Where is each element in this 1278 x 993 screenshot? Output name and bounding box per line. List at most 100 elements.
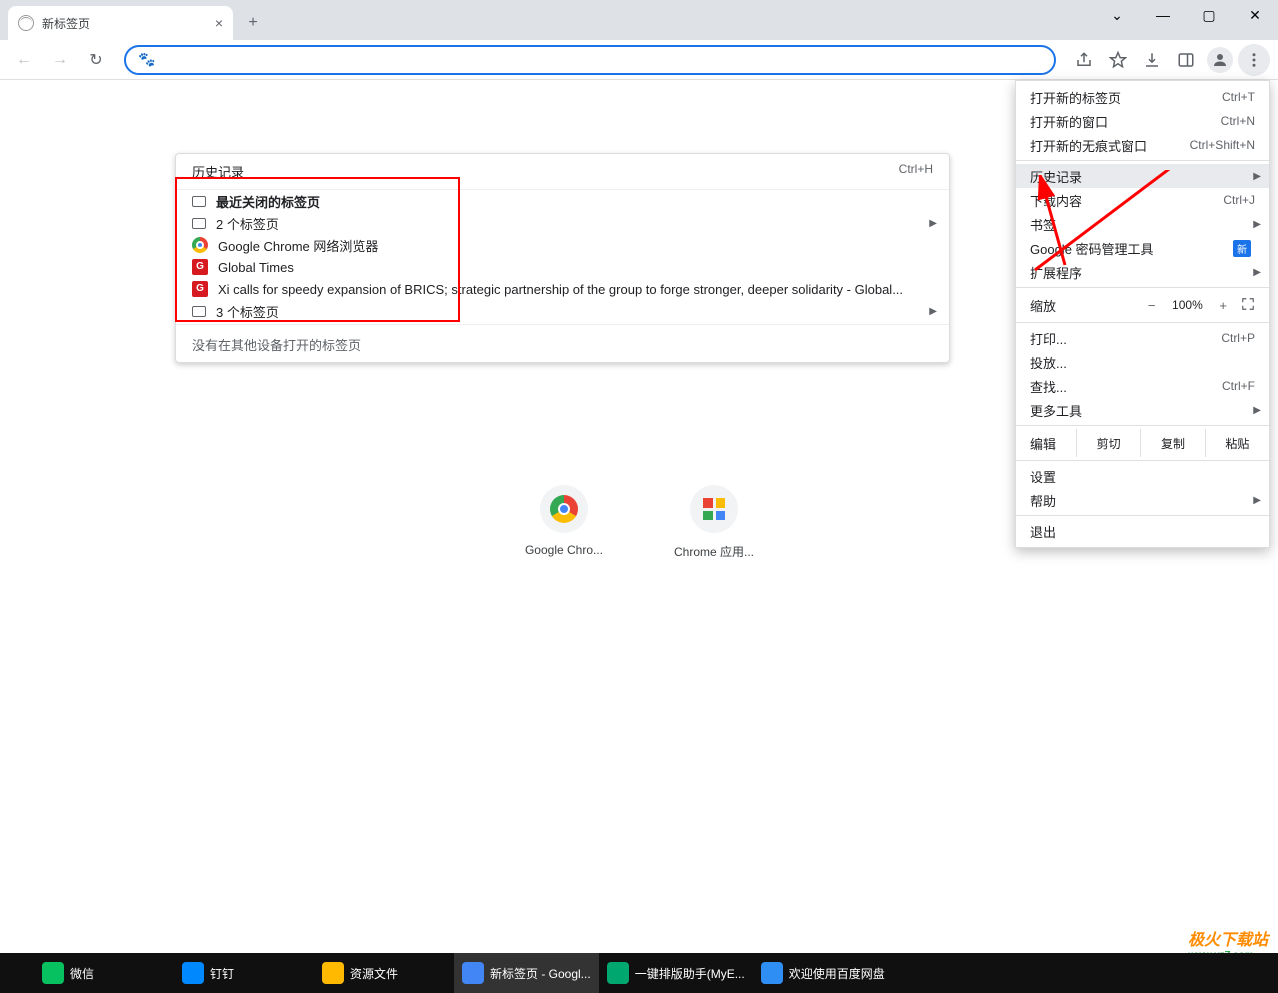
menu-new-window[interactable]: 打开新的窗口Ctrl+N <box>1016 109 1269 133</box>
menu-more-tools[interactable]: 更多工具▶ <box>1016 398 1269 422</box>
history-item[interactable]: 2 个标签页 ▶ <box>176 212 949 234</box>
menu-zoom: 缩放 − 100% + <box>1016 291 1269 319</box>
ntp-shortcuts: Google Chro... Chrome 应用... <box>519 485 759 560</box>
history-footer: 没有在其他设备打开的标签页 <box>176 327 949 362</box>
baidu-paw-icon: 🐾 <box>138 51 155 68</box>
titlebar: 新标签页 × + ⌄ — ▢ ✕ <box>0 0 1278 40</box>
menu-paste[interactable]: 粘贴 <box>1205 429 1269 457</box>
history-item[interactable]: Google Chrome 网络浏览器 <box>176 234 949 256</box>
history-submenu: 历史记录 Ctrl+H 最近关闭的标签页 2 个标签页 ▶ Google Chrom… <box>175 153 950 363</box>
shortcut-chrome[interactable]: Google Chro... <box>519 485 609 560</box>
taskbar-item[interactable]: 微信 <box>34 953 174 993</box>
taskbar-label: 钉钉 <box>210 965 234 982</box>
menu-new-tab[interactable]: 打开新的标签页Ctrl+T <box>1016 85 1269 109</box>
zoom-in-button[interactable]: + <box>1219 298 1227 313</box>
maximize-button[interactable]: ▢ <box>1186 0 1232 30</box>
back-button[interactable]: ← <box>8 44 40 76</box>
history-item[interactable]: G Xi calls for speedy expansion of BRICS;… <box>176 278 949 300</box>
taskbar-label: 新标签页 - Googl... <box>490 965 591 982</box>
history-item[interactable]: G Global Times <box>176 256 949 278</box>
app-icon <box>42 962 64 984</box>
chrome-icon <box>192 237 208 253</box>
history-item-label: 3 个标签页 <box>216 302 279 321</box>
menu-passwords[interactable]: Google 密码管理工具新 <box>1016 236 1269 260</box>
history-item[interactable]: 3 个标签页▶ <box>176 300 949 322</box>
recently-closed-header: 最近关闭的标签页 <box>176 190 949 212</box>
menu-cast[interactable]: 投放... <box>1016 350 1269 374</box>
app-icon <box>607 962 629 984</box>
profile-avatar[interactable] <box>1204 44 1236 76</box>
close-window-button[interactable]: ✕ <box>1232 0 1278 30</box>
toolbar: ← → ↻ 🐾 <box>0 40 1278 80</box>
menu-find[interactable]: 查找...Ctrl+F <box>1016 374 1269 398</box>
new-tab-button[interactable]: + <box>239 9 267 37</box>
chevron-right-icon: ▶ <box>1253 171 1261 182</box>
menu-exit[interactable]: 退出 <box>1016 519 1269 543</box>
address-bar[interactable]: 🐾 <box>124 45 1056 75</box>
taskbar-label: 一键排版助手(MyE... <box>635 965 745 982</box>
windows-taskbar: 微信 钉钉 资源文件 新标签页 - Googl... 一键排版助手(MyE... 欢迎使用… <box>0 953 1278 993</box>
globaltimes-icon: G <box>192 281 208 297</box>
bookmark-star-icon[interactable] <box>1102 44 1134 76</box>
taskbar-label: 欢迎使用百度网盘 <box>789 965 885 982</box>
chevron-right-icon: ▶ <box>929 218 937 229</box>
menu-incognito[interactable]: 打开新的无痕式窗口Ctrl+Shift+N <box>1016 133 1269 157</box>
fullscreen-icon[interactable] <box>1241 297 1255 314</box>
history-item-label: Google Chrome 网络浏览器 <box>218 236 378 255</box>
app-icon <box>462 962 484 984</box>
history-shortcut: Ctrl+H <box>899 162 933 181</box>
taskbar-item[interactable]: 资源文件 <box>314 953 454 993</box>
browser-tab[interactable]: 新标签页 × <box>8 6 233 40</box>
chevron-right-icon: ▶ <box>1253 405 1261 416</box>
tab-title: 新标签页 <box>42 15 90 32</box>
taskbar-item[interactable]: 新标签页 - Googl... <box>454 953 599 993</box>
menu-extensions[interactable]: 扩展程序▶ <box>1016 260 1269 284</box>
taskbar-item[interactable]: 钉钉 <box>174 953 314 993</box>
menu-edit-row: 编辑 剪切 复制 粘贴 <box>1016 429 1269 457</box>
menu-help[interactable]: 帮助▶ <box>1016 488 1269 512</box>
menu-bookmarks[interactable]: 书签▶ <box>1016 212 1269 236</box>
menu-history[interactable]: 历史记录▶ <box>1016 164 1269 188</box>
chrome-main-menu: 打开新的标签页Ctrl+T 打开新的窗口Ctrl+N 打开新的无痕式窗口Ctrl… <box>1015 80 1270 548</box>
close-tab-icon[interactable]: × <box>215 15 223 31</box>
apps-grid-icon <box>703 498 725 520</box>
taskbar-start[interactable] <box>4 953 34 993</box>
globe-icon <box>18 15 34 31</box>
taskbar-label: 微信 <box>70 965 94 982</box>
content-area: 历史记录 Ctrl+H 最近关闭的标签页 2 个标签页 ▶ Google Chrom… <box>0 80 1278 953</box>
taskbar-label: 资源文件 <box>350 965 398 982</box>
menu-cut[interactable]: 剪切 <box>1076 429 1140 457</box>
history-title: 历史记录 <box>192 162 244 181</box>
more-menu-button[interactable] <box>1238 44 1270 76</box>
taskbar-item[interactable]: 欢迎使用百度网盘 <box>753 953 893 993</box>
folder-icon <box>192 196 206 207</box>
history-header[interactable]: 历史记录 Ctrl+H <box>176 154 949 190</box>
sidepanel-icon[interactable] <box>1170 44 1202 76</box>
app-icon <box>322 962 344 984</box>
window-controls: ⌄ — ▢ ✕ <box>1094 0 1278 30</box>
chrome-icon <box>550 495 578 523</box>
app-icon <box>182 962 204 984</box>
chevron-right-icon: ▶ <box>1253 495 1261 506</box>
zoom-value: 100% <box>1169 298 1205 312</box>
taskbar-item[interactable]: 一键排版助手(MyE... <box>599 953 753 993</box>
menu-downloads[interactable]: 下载内容Ctrl+J <box>1016 188 1269 212</box>
folder-icon <box>192 306 206 317</box>
zoom-out-button[interactable]: − <box>1148 298 1156 313</box>
menu-print[interactable]: 打印...Ctrl+P <box>1016 326 1269 350</box>
minimize-button[interactable]: — <box>1140 0 1186 30</box>
forward-button[interactable]: → <box>44 44 76 76</box>
share-icon[interactable] <box>1068 44 1100 76</box>
menu-copy[interactable]: 复制 <box>1140 429 1204 457</box>
history-item-label: 2 个标签页 <box>216 214 279 233</box>
downloads-icon[interactable] <box>1136 44 1168 76</box>
history-item-label: Xi calls for speedy expansion of BRICS; … <box>218 282 903 297</box>
menu-settings[interactable]: 设置 <box>1016 464 1269 488</box>
reload-button[interactable]: ↻ <box>80 44 112 76</box>
tab-dropdown-icon[interactable]: ⌄ <box>1094 0 1140 30</box>
globaltimes-icon: G <box>192 259 208 275</box>
chevron-right-icon: ▶ <box>1253 267 1261 278</box>
chevron-right-icon: ▶ <box>1253 219 1261 230</box>
history-item-label: Global Times <box>218 260 294 275</box>
shortcut-apps[interactable]: Chrome 应用... <box>669 485 759 560</box>
